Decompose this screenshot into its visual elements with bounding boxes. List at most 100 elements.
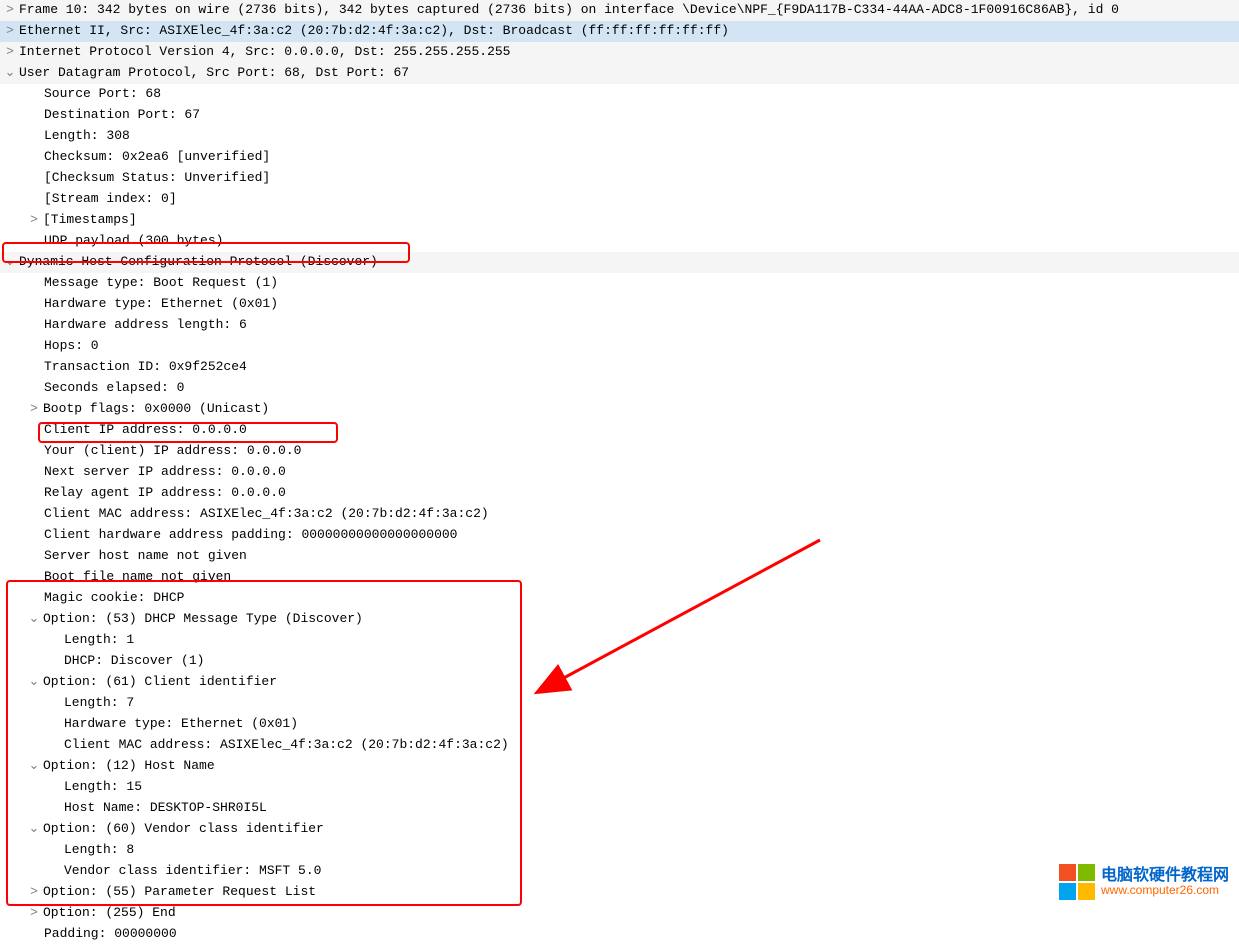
tree-row[interactable]: Padding: 00000000	[0, 924, 1239, 945]
chevron-right-icon[interactable]: >	[28, 399, 40, 419]
tree-row[interactable]: Seconds elapsed: 0	[0, 378, 1239, 399]
chevron-right-icon[interactable]: >	[28, 882, 40, 902]
field-value: Option: (60) Vendor class identifier	[43, 821, 324, 836]
tree-row-opt55[interactable]: >Option: (55) Parameter Request List	[0, 882, 1239, 903]
watermark-url: www.computer26.com	[1101, 884, 1229, 897]
tree-row[interactable]: Relay agent IP address: 0.0.0.0	[0, 483, 1239, 504]
ip-summary: Internet Protocol Version 4, Src: 0.0.0.…	[19, 44, 510, 59]
chevron-right-icon[interactable]: >	[28, 903, 40, 923]
tree-row[interactable]: Message type: Boot Request (1)	[0, 273, 1239, 294]
tree-row-opt12[interactable]: ⌄Option: (12) Host Name	[0, 756, 1239, 777]
chevron-right-icon[interactable]: >	[4, 21, 16, 41]
tree-row-ethernet[interactable]: >Ethernet II, Src: ASIXElec_4f:3a:c2 (20…	[0, 21, 1239, 42]
field-value: Client MAC address: ASIXElec_4f:3a:c2 (2…	[64, 737, 509, 752]
field-value: Option: (53) DHCP Message Type (Discover…	[43, 611, 363, 626]
watermark-title: 电脑软硬件教程网	[1101, 867, 1229, 885]
tree-row-udp[interactable]: ⌄User Datagram Protocol, Src Port: 68, D…	[0, 63, 1239, 84]
tree-row[interactable]: [Stream index: 0]	[0, 189, 1239, 210]
tree-row[interactable]: Client hardware address padding: 0000000…	[0, 525, 1239, 546]
tree-row[interactable]: Hardware address length: 6	[0, 315, 1239, 336]
field-value: Option: (255) End	[43, 905, 176, 920]
tree-row[interactable]: Transaction ID: 0x9f252ce4	[0, 357, 1239, 378]
tree-row[interactable]: Length: 15	[0, 777, 1239, 798]
frame-summary: Frame 10: 342 bytes on wire (2736 bits),…	[19, 2, 1119, 17]
field-value: Seconds elapsed: 0	[44, 380, 184, 395]
field-value: Client IP address: 0.0.0.0	[44, 422, 247, 437]
tree-row[interactable]: Length: 1	[0, 630, 1239, 651]
tree-row[interactable]: [Checksum Status: Unverified]	[0, 168, 1239, 189]
tree-row[interactable]: Magic cookie: DHCP	[0, 588, 1239, 609]
tree-row[interactable]: UDP payload (300 bytes)	[0, 231, 1239, 252]
tree-row-opt255[interactable]: >Option: (255) End	[0, 903, 1239, 924]
tree-row[interactable]: Vendor class identifier: MSFT 5.0	[0, 861, 1239, 882]
chevron-down-icon[interactable]: ⌄	[4, 63, 16, 83]
tree-row[interactable]: Destination Port: 67	[0, 105, 1239, 126]
chevron-down-icon[interactable]: ⌄	[28, 609, 40, 629]
tree-row-opt53[interactable]: ⌄Option: (53) DHCP Message Type (Discove…	[0, 609, 1239, 630]
field-value: Bootp flags: 0x0000 (Unicast)	[43, 401, 269, 416]
field-value: Boot file name not given	[44, 569, 231, 584]
tree-row[interactable]: Client MAC address: ASIXElec_4f:3a:c2 (2…	[0, 504, 1239, 525]
tree-row[interactable]: Length: 308	[0, 126, 1239, 147]
ethernet-summary: Ethernet II, Src: ASIXElec_4f:3a:c2 (20:…	[19, 23, 729, 38]
tree-row[interactable]: Source Port: 68	[0, 84, 1239, 105]
tree-row[interactable]: Hardware type: Ethernet (0x01)	[0, 714, 1239, 735]
field-value: [Timestamps]	[43, 212, 137, 227]
tree-row[interactable]: Checksum: 0x2ea6 [unverified]	[0, 147, 1239, 168]
tree-row-dhcp[interactable]: ⌄Dynamic Host Configuration Protocol (Di…	[0, 252, 1239, 273]
field-value: Option: (55) Parameter Request List	[43, 884, 316, 899]
field-value: UDP payload (300 bytes)	[44, 233, 223, 248]
tree-row[interactable]: Host Name: DESKTOP-SHR0I5L	[0, 798, 1239, 819]
tree-row[interactable]: Server host name not given	[0, 546, 1239, 567]
chevron-down-icon[interactable]: ⌄	[4, 252, 16, 272]
tree-row[interactable]: Client IP address: 0.0.0.0	[0, 420, 1239, 441]
field-value: Next server IP address: 0.0.0.0	[44, 464, 286, 479]
field-value: Your (client) IP address: 0.0.0.0	[44, 443, 301, 458]
field-value: Length: 1	[64, 632, 134, 647]
field-value: Padding: 00000000	[44, 926, 177, 941]
watermark-logo-icon	[1059, 864, 1095, 900]
field-value: [Checksum Status: Unverified]	[44, 170, 270, 185]
field-value: Destination Port: 67	[44, 107, 200, 122]
tree-row-yiaddr[interactable]: Your (client) IP address: 0.0.0.0	[0, 441, 1239, 462]
tree-row-ip[interactable]: >Internet Protocol Version 4, Src: 0.0.0…	[0, 42, 1239, 63]
field-value: Checksum: 0x2ea6 [unverified]	[44, 149, 270, 164]
chevron-down-icon[interactable]: ⌄	[28, 819, 40, 839]
tree-row-opt60[interactable]: ⌄Option: (60) Vendor class identifier	[0, 819, 1239, 840]
dhcp-summary: Dynamic Host Configuration Protocol (Dis…	[19, 254, 378, 269]
chevron-right-icon[interactable]: >	[4, 42, 16, 62]
field-value: Client MAC address: ASIXElec_4f:3a:c2 (2…	[44, 506, 489, 521]
field-value: Hardware type: Ethernet (0x01)	[64, 716, 298, 731]
tree-row-opt61[interactable]: ⌄Option: (61) Client identifier	[0, 672, 1239, 693]
field-value: Source Port: 68	[44, 86, 161, 101]
tree-row[interactable]: Length: 8	[0, 840, 1239, 861]
tree-row-frame[interactable]: >Frame 10: 342 bytes on wire (2736 bits)…	[0, 0, 1239, 21]
tree-row[interactable]: Client MAC address: ASIXElec_4f:3a:c2 (2…	[0, 735, 1239, 756]
chevron-down-icon[interactable]: ⌄	[28, 672, 40, 692]
field-value: Message type: Boot Request (1)	[44, 275, 278, 290]
tree-row[interactable]: Hops: 0	[0, 336, 1239, 357]
tree-row[interactable]: Length: 7	[0, 693, 1239, 714]
field-value: Host Name: DESKTOP-SHR0I5L	[64, 800, 267, 815]
field-value: Option: (12) Host Name	[43, 758, 215, 773]
field-value: Hardware type: Ethernet (0x01)	[44, 296, 278, 311]
chevron-right-icon[interactable]: >	[4, 0, 16, 20]
field-value: Length: 308	[44, 128, 130, 143]
field-value: Option: (61) Client identifier	[43, 674, 277, 689]
field-value: DHCP: Discover (1)	[64, 653, 204, 668]
field-value: Length: 15	[64, 779, 142, 794]
field-value: [Stream index: 0]	[44, 191, 177, 206]
tree-row-timestamps[interactable]: >[Timestamps]	[0, 210, 1239, 231]
tree-row[interactable]: Boot file name not given	[0, 567, 1239, 588]
chevron-right-icon[interactable]: >	[28, 210, 40, 230]
tree-row[interactable]: DHCP: Discover (1)	[0, 651, 1239, 672]
tree-row[interactable]: Next server IP address: 0.0.0.0	[0, 462, 1239, 483]
chevron-down-icon[interactable]: ⌄	[28, 756, 40, 776]
field-value: Hops: 0	[44, 338, 99, 353]
field-value: Relay agent IP address: 0.0.0.0	[44, 485, 286, 500]
tree-row[interactable]: Hardware type: Ethernet (0x01)	[0, 294, 1239, 315]
tree-row-bootp-flags[interactable]: >Bootp flags: 0x0000 (Unicast)	[0, 399, 1239, 420]
field-value: Hardware address length: 6	[44, 317, 247, 332]
field-value: Transaction ID: 0x9f252ce4	[44, 359, 247, 374]
field-value: Vendor class identifier: MSFT 5.0	[64, 863, 321, 878]
